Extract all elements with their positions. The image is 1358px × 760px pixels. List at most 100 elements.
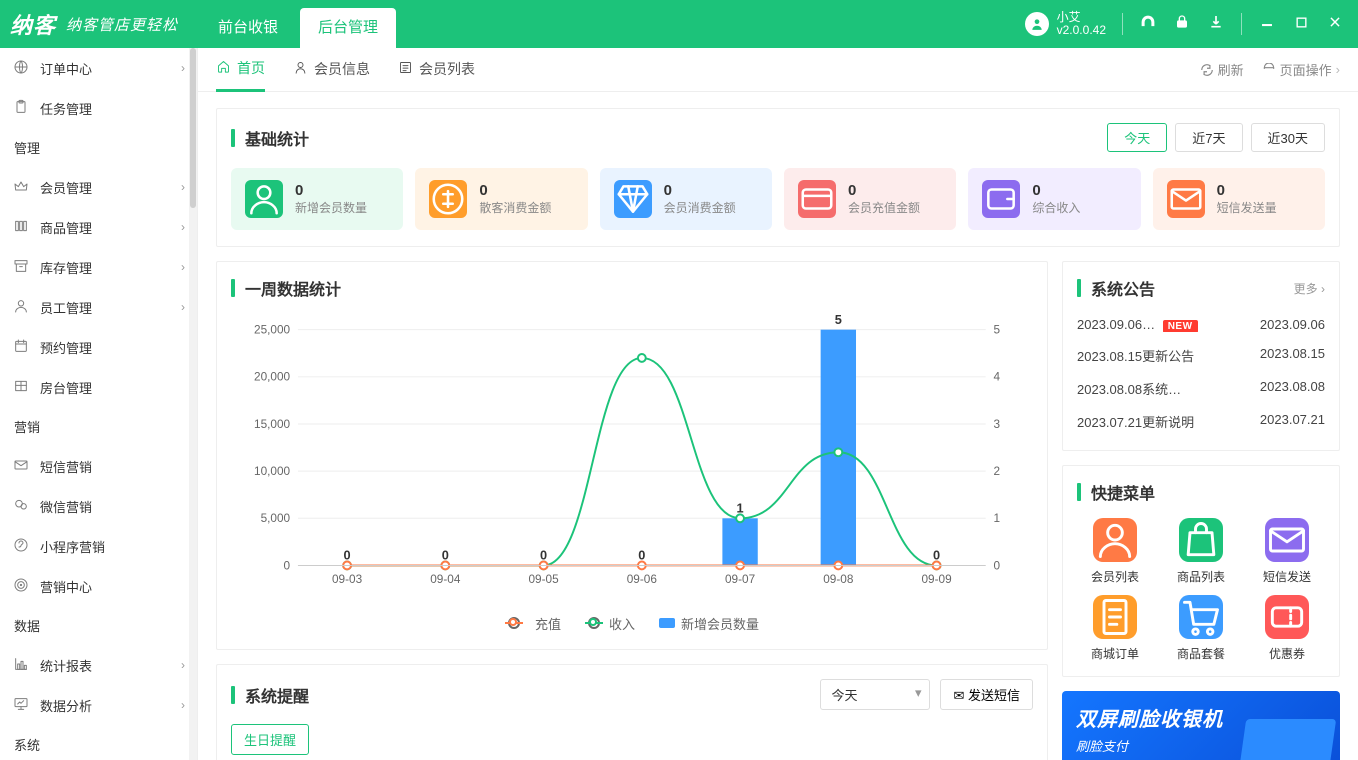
- stat-新增会员数量: 0 新增会员数量: [231, 168, 403, 230]
- sidebar-item-小程序营销[interactable]: 小程序营销: [0, 526, 197, 566]
- user-block[interactable]: 小艾 v2.0.0.42: [1025, 11, 1106, 37]
- announcement-title: 2023.09.06… NEW: [1077, 317, 1198, 332]
- legend-new-members[interactable]: 新增会员数量: [659, 614, 759, 633]
- tab-会员信息[interactable]: 会员信息: [293, 48, 370, 92]
- download-icon[interactable]: [1207, 14, 1225, 34]
- quick-商品列表[interactable]: 商品列表: [1163, 518, 1239, 585]
- sidebar: 订单中心 › 任务管理 管理 会员管理 › 商品管理 › 库存管理 › 员工管理…: [0, 48, 198, 760]
- announcement-row[interactable]: 2023.07.21更新说明 2023.07.21: [1077, 405, 1325, 438]
- stat-label: 新增会员数量: [295, 199, 367, 216]
- nav-front-cashier[interactable]: 前台收银: [200, 8, 296, 48]
- user-icon: [1093, 518, 1137, 562]
- sidebar-item-营销中心[interactable]: 营销中心: [0, 566, 197, 606]
- chart-icon: [12, 656, 30, 675]
- svg-text:09-07: 09-07: [725, 573, 755, 586]
- basic-stats-title: 基础统计: [245, 126, 309, 150]
- send-sms-button[interactable]: ✉ 发送短信: [940, 679, 1033, 710]
- svg-text:09-08: 09-08: [823, 573, 854, 586]
- quick-商品套餐[interactable]: 商品套餐: [1163, 595, 1239, 662]
- member-icon: [293, 60, 308, 78]
- tab-首页[interactable]: 首页: [216, 48, 265, 92]
- doc-icon: [1093, 595, 1137, 639]
- section-bar: [231, 279, 235, 297]
- svg-text:0: 0: [933, 548, 940, 563]
- range-近30天[interactable]: 近30天: [1251, 123, 1325, 152]
- refresh-button[interactable]: 刷新: [1200, 60, 1244, 79]
- stat-散客消费金额: 0 散客消费金额: [415, 168, 587, 230]
- sidebar-item-订单中心[interactable]: 订单中心 ›: [0, 48, 197, 88]
- avatar-icon: [1025, 12, 1049, 36]
- svg-text:3: 3: [994, 418, 1001, 431]
- quick-label: 优惠券: [1269, 645, 1305, 662]
- quick-会员列表[interactable]: 会员列表: [1077, 518, 1153, 585]
- announcement-row[interactable]: 2023.08.15更新公告 2023.08.15: [1077, 339, 1325, 372]
- sidebar-item-数据分析[interactable]: 数据分析 ›: [0, 685, 197, 725]
- top-nav: 前台收银 后台管理: [200, 0, 400, 48]
- svg-text:20,000: 20,000: [254, 371, 290, 384]
- svg-text:09-05: 09-05: [529, 573, 560, 586]
- sidebar-item-微信营销[interactable]: 微信营销: [0, 486, 197, 526]
- sidebar-item-预约管理[interactable]: 预约管理: [0, 327, 197, 367]
- svg-text:09-04: 09-04: [430, 573, 461, 586]
- support-icon[interactable]: [1139, 13, 1157, 35]
- announcement-date: 2023.07.21: [1260, 412, 1325, 431]
- sidebar-item-房台管理[interactable]: 房台管理: [0, 367, 197, 407]
- sidebar-item-短信营销[interactable]: 短信营销: [0, 446, 197, 486]
- section-bar: [231, 129, 235, 147]
- content-area: 首页 会员信息 会员列表 刷新 页面操作 › 基础统计 今天近7天近30天: [198, 48, 1358, 760]
- mail-icon: [12, 457, 30, 476]
- lock-icon[interactable]: [1173, 14, 1191, 34]
- close-icon[interactable]: [1326, 15, 1344, 33]
- quick-商城订单[interactable]: 商城订单: [1077, 595, 1153, 662]
- announcement-row[interactable]: 2023.08.08系统… 2023.08.08: [1077, 372, 1325, 405]
- chevron-right-icon: ›: [181, 180, 185, 194]
- reminder-range-select[interactable]: 今天: [820, 679, 930, 710]
- user-icon: [12, 298, 30, 317]
- ad-deco: [1238, 719, 1336, 760]
- miniapp-icon: [12, 537, 30, 556]
- svg-text:5: 5: [994, 324, 1001, 337]
- birthday-reminder-button[interactable]: 生日提醒: [231, 724, 309, 755]
- announcements-title: 系统公告: [1091, 276, 1155, 300]
- sidebar-item-任务管理[interactable]: 任务管理: [0, 88, 197, 128]
- range-近7天[interactable]: 近7天: [1175, 123, 1242, 152]
- tab-label: 首页: [237, 58, 265, 78]
- quick-label: 商品列表: [1177, 568, 1225, 585]
- sidebar-item-统计报表[interactable]: 统计报表 ›: [0, 645, 197, 685]
- sidebar-item-员工管理[interactable]: 员工管理 ›: [0, 287, 197, 327]
- bag-icon: [1179, 518, 1223, 562]
- ad-card[interactable]: 双屏刷脸收银机 刷脸支付: [1062, 691, 1340, 760]
- quick-label: 会员列表: [1091, 568, 1139, 585]
- tab-会员列表[interactable]: 会员列表: [398, 48, 475, 92]
- svg-text:15,000: 15,000: [254, 418, 290, 431]
- maximize-icon[interactable]: [1292, 16, 1310, 33]
- sidebar-group-营销: 营销: [0, 407, 197, 446]
- announcements-more[interactable]: 更多 ›: [1294, 280, 1325, 297]
- clipboard-icon: [12, 99, 30, 118]
- page-ops-button[interactable]: 页面操作 ›: [1262, 60, 1340, 79]
- chevron-right-icon: ›: [181, 658, 185, 672]
- weekly-chart-card: 一周数据统计 05,00010,00015,00020,00025,000012…: [216, 261, 1048, 650]
- svg-text:25,000: 25,000: [254, 324, 290, 337]
- range-今天[interactable]: 今天: [1107, 123, 1167, 152]
- svg-text:0: 0: [442, 548, 449, 563]
- announcement-row[interactable]: 2023.09.06… NEW 2023.09.06: [1077, 310, 1325, 339]
- target-icon: [12, 577, 30, 596]
- quick-优惠券[interactable]: 优惠券: [1249, 595, 1325, 662]
- legend-recharge[interactable]: .lg-dot::before{border-color:inherit}充值: [505, 614, 561, 633]
- svg-text:5,000: 5,000: [261, 512, 291, 525]
- sidebar-group-系统: 系统: [0, 725, 197, 760]
- sidebar-item-库存管理[interactable]: 库存管理 ›: [0, 247, 197, 287]
- sidebar-item-会员管理[interactable]: 会员管理 ›: [0, 167, 197, 207]
- legend-income[interactable]: 收入: [585, 614, 635, 633]
- minimize-icon[interactable]: [1258, 15, 1276, 33]
- monitor-icon: [12, 696, 30, 715]
- quick-label: 商品套餐: [1177, 645, 1225, 662]
- sidebar-item-label: 短信营销: [40, 457, 92, 476]
- sidebar-item-商品管理[interactable]: 商品管理 ›: [0, 207, 197, 247]
- nav-back-admin[interactable]: 后台管理: [300, 8, 396, 48]
- stat-label: 会员消费金额: [664, 199, 736, 216]
- quick-短信发送[interactable]: 短信发送: [1249, 518, 1325, 585]
- announcements-card: 系统公告 更多 › 2023.09.06… NEW 2023.09.06 202…: [1062, 261, 1340, 451]
- sidebar-scrollbar[interactable]: [189, 48, 197, 760]
